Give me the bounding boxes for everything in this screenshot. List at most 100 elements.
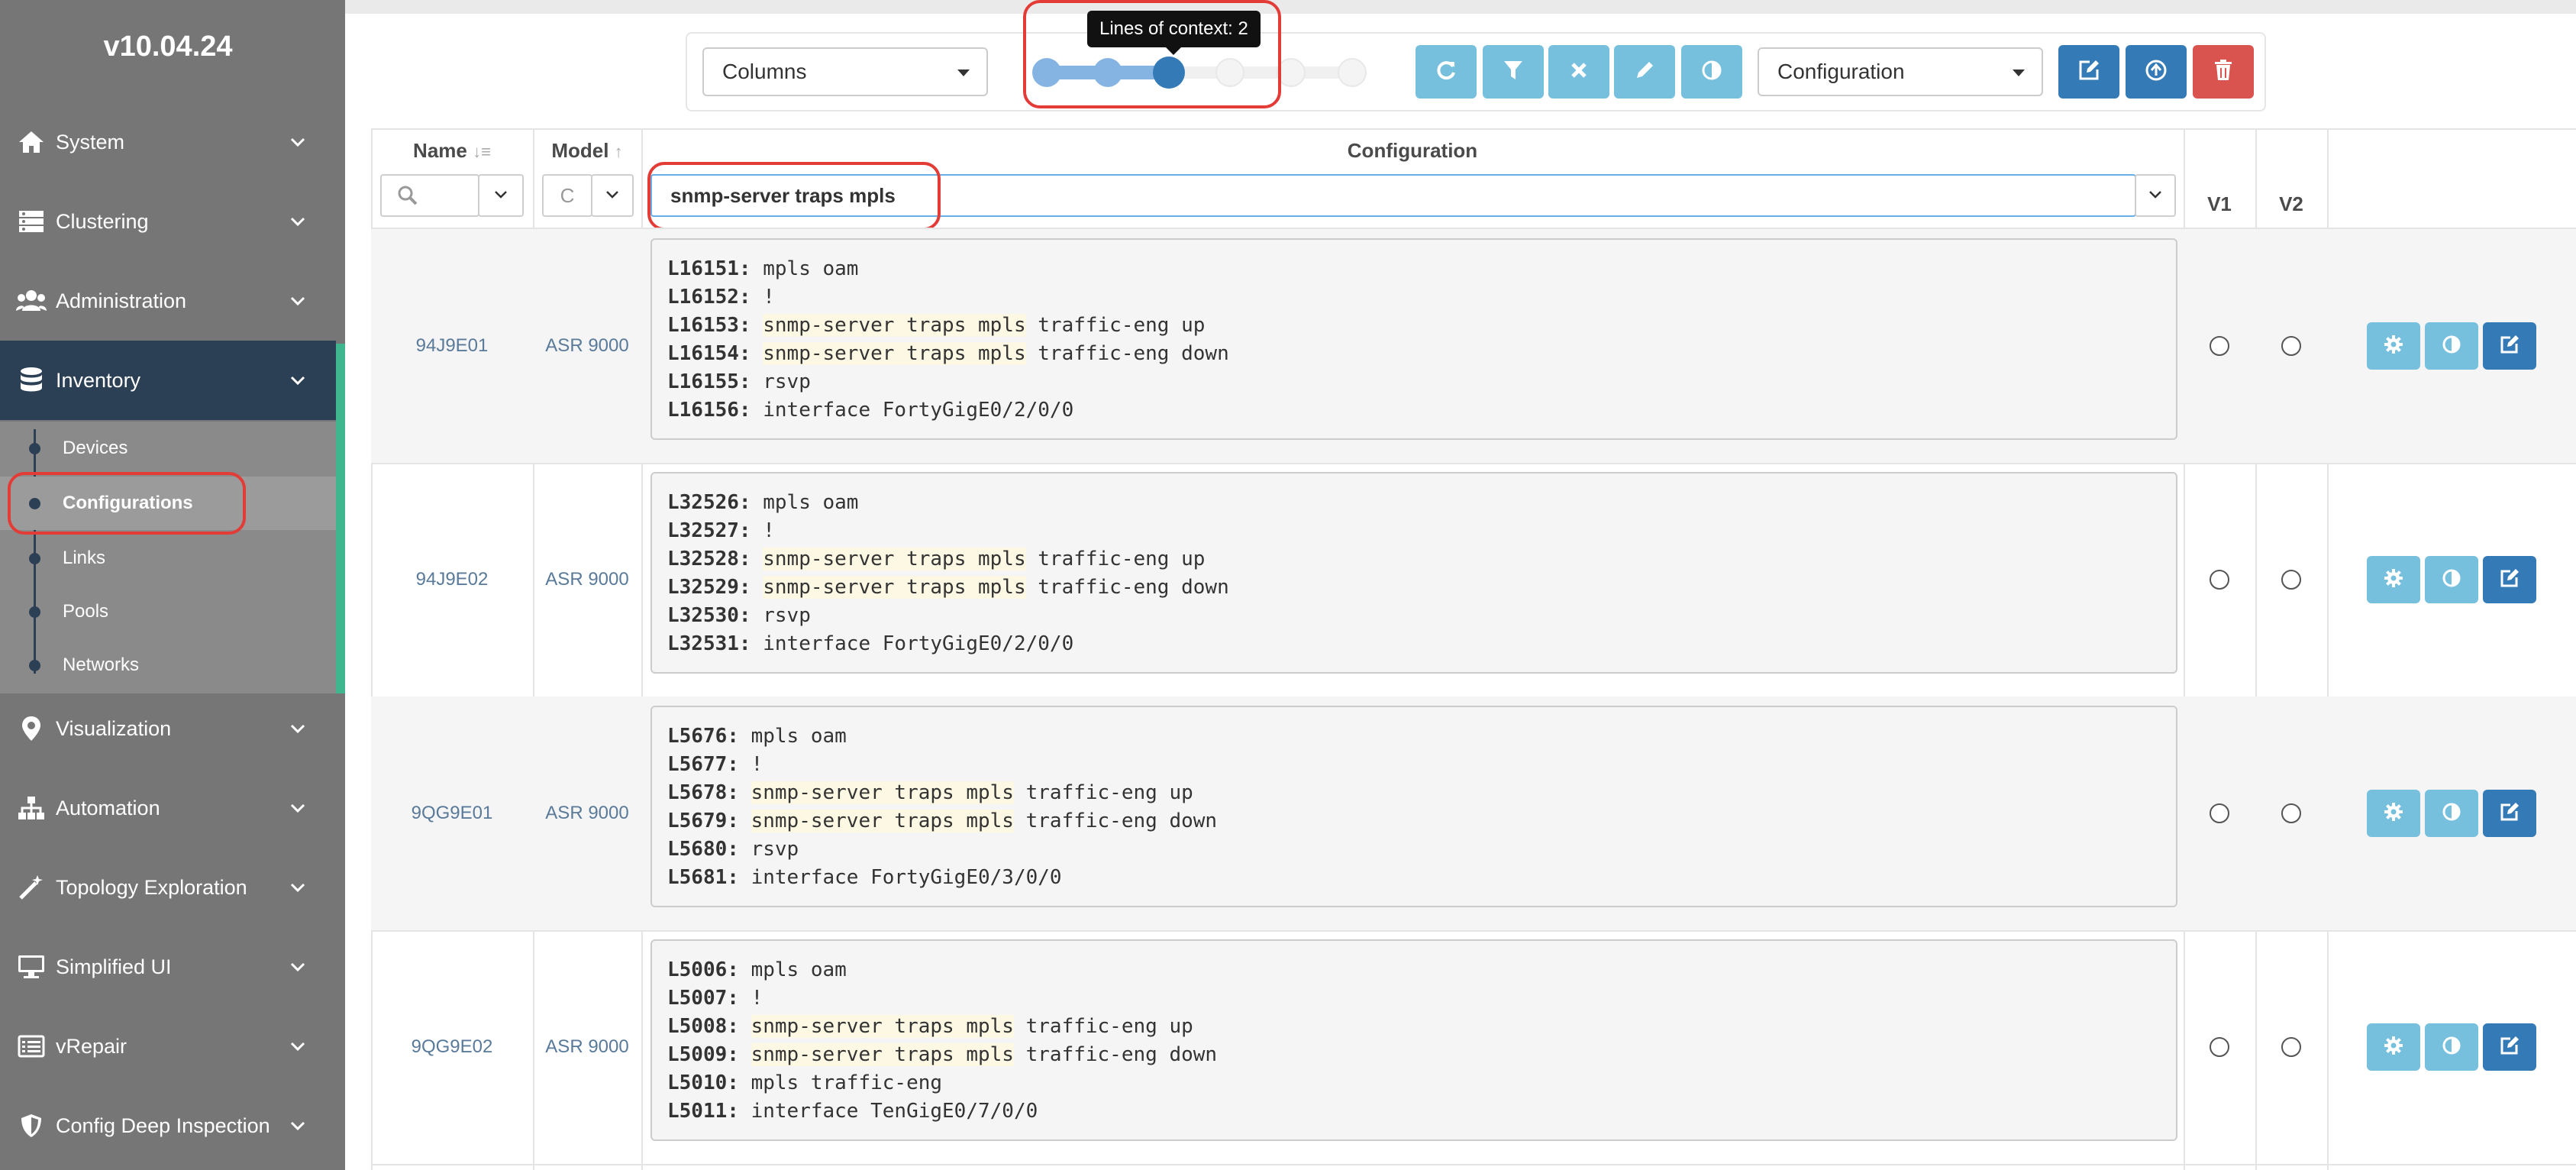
line-number: L32531: (667, 632, 751, 655)
device-name-cell[interactable]: 9QG9E02 (371, 930, 533, 1164)
caret-down-icon (2013, 69, 2025, 76)
slider-step[interactable] (1032, 58, 1061, 87)
v1-radio[interactable] (2210, 803, 2229, 823)
line-text: interface FortyGigE0/3/0/0 (738, 866, 1062, 889)
refresh-button[interactable] (1416, 45, 1477, 99)
column-header-model[interactable]: Model ↑ (533, 139, 641, 163)
line-number: L32530: (667, 604, 751, 627)
refresh-icon (1435, 59, 1457, 86)
line-number: L16156: (667, 399, 751, 422)
line-text: interface FortyGigE0/2/0/0 (751, 632, 1074, 655)
contrast-icon (2442, 568, 2461, 592)
search-match-highlight: snmp-server traps mpls (763, 548, 1026, 570)
row-compare-button[interactable] (2425, 322, 2478, 370)
slider-step[interactable] (1215, 58, 1244, 87)
sidebar-item-automation[interactable]: Automation (0, 768, 336, 848)
row-edit-button[interactable] (2483, 322, 2536, 370)
row-settings-button[interactable] (2367, 1023, 2420, 1071)
trash-icon (2213, 59, 2233, 86)
search-icon (397, 185, 418, 210)
device-name-cell[interactable]: 9QG9E01 (371, 697, 533, 930)
sidebar-subitem-pools[interactable]: Pools (0, 585, 336, 638)
row-settings-button[interactable] (2367, 790, 2420, 837)
search-mode-select[interactable]: Configuration (1758, 47, 2043, 96)
slider-step[interactable] (1277, 58, 1306, 87)
line-number: L16151: (667, 257, 751, 280)
upload-button[interactable] (2126, 45, 2187, 99)
sidebar-subitem-configurations[interactable]: Configurations (0, 477, 336, 530)
magic-wand-icon (15, 871, 47, 903)
chevron-down-icon (289, 212, 307, 231)
model-filter-mode-dropdown[interactable] (591, 174, 634, 217)
edit-icon (2500, 568, 2520, 592)
line-number: L5007: (667, 987, 739, 1010)
name-header-label: Name (413, 139, 467, 162)
clear-filter-button[interactable] (1548, 45, 1609, 99)
v1-radio[interactable] (2210, 570, 2229, 590)
sidebar-item-config-deep-inspection[interactable]: Config Deep Inspection (0, 1086, 336, 1165)
device-model-cell: ASR 9000 (545, 335, 629, 356)
v2-radio[interactable] (2281, 336, 2301, 356)
delete-button[interactable] (2193, 45, 2254, 99)
sidebar-item-topology-exploration[interactable]: Topology Exploration (0, 848, 336, 927)
device-name-cell[interactable]: 94J9E01 (371, 229, 533, 463)
v1-radio[interactable] (2210, 1037, 2229, 1057)
sidebar-item-inventory[interactable]: Inventory (0, 341, 336, 420)
config-line: L16152: ! (667, 283, 2176, 312)
device-name-cell[interactable]: 94J9E02 (371, 463, 533, 697)
row-compare-button[interactable] (2425, 790, 2478, 837)
sidebar-item-simplified-ui[interactable]: Simplified UI (0, 927, 336, 1007)
filter-button[interactable] (1483, 45, 1544, 99)
name-filter-input[interactable] (380, 174, 479, 217)
config-line: L32531: interface FortyGigE0/2/0/0 (667, 630, 2176, 658)
line-text: traffic-eng up (1013, 781, 1193, 804)
subitem-label: Networks (63, 654, 140, 675)
v2-radio[interactable] (2281, 1037, 2301, 1057)
row-compare-button[interactable] (2425, 1023, 2478, 1071)
sidebar-subitem-links[interactable]: Links (0, 532, 336, 585)
row-compare-button[interactable] (2425, 556, 2478, 603)
slider-step[interactable] (1093, 58, 1122, 87)
search-match-highlight: snmp-server traps mpls (763, 342, 1026, 365)
sidebar-item-label: Config Deep Inspection (56, 1113, 270, 1137)
row-settings-button[interactable] (2367, 556, 2420, 603)
compare-button[interactable] (1681, 45, 1742, 99)
configuration-filter-input[interactable]: snmp-server traps mpls (650, 174, 2136, 217)
subitem-label: Devices (63, 438, 128, 458)
close-icon (1570, 61, 1588, 83)
column-header-name[interactable]: Name ↓≡ (371, 139, 533, 163)
row-settings-button[interactable] (2367, 322, 2420, 370)
edit-selected-button[interactable] (2058, 45, 2119, 99)
sidebar-subitem-devices[interactable]: Devices (0, 422, 336, 475)
sidebar-item-label: vRepair (56, 1034, 128, 1058)
slider-handle[interactable] (1153, 57, 1185, 89)
sidebar-item-administration[interactable]: Administration (0, 261, 336, 341)
configuration-filter-mode-dropdown[interactable] (2135, 174, 2176, 217)
sidebar-item-clustering[interactable]: Clustering (0, 182, 336, 261)
context-lines-slider[interactable] (1032, 53, 1376, 92)
sidebar: v10.04.24 System Clustering Administrati… (0, 0, 345, 1170)
search-match-highlight: snmp-server traps mpls (763, 314, 1026, 337)
v2-radio[interactable] (2281, 570, 2301, 590)
active-section-indicator (336, 344, 345, 693)
slider-step[interactable] (1338, 58, 1367, 87)
context-tooltip: Lines of context: 2 (1087, 11, 1261, 55)
list-icon (15, 1030, 47, 1062)
row-edit-button[interactable] (2483, 790, 2536, 837)
sidebar-subitem-networks[interactable]: Networks (0, 638, 336, 692)
v2-radio[interactable] (2281, 803, 2301, 823)
contrast-icon (1701, 60, 1722, 85)
name-filter-mode-dropdown[interactable] (478, 174, 524, 217)
sidebar-item-system[interactable]: System (0, 102, 336, 182)
database-icon (15, 364, 47, 396)
v1-radio[interactable] (2210, 336, 2229, 356)
sidebar-item-vrepair[interactable]: vRepair (0, 1007, 336, 1086)
row-edit-button[interactable] (2483, 1023, 2536, 1071)
row-edit-button[interactable] (2483, 556, 2536, 603)
edit-button[interactable] (1614, 45, 1675, 99)
sitemap-icon (15, 792, 47, 824)
sidebar-item-visualization[interactable]: Visualization (0, 689, 336, 768)
model-filter-input[interactable]: C (542, 174, 592, 217)
columns-select[interactable]: Columns (702, 47, 988, 96)
shield-icon (15, 1110, 47, 1142)
